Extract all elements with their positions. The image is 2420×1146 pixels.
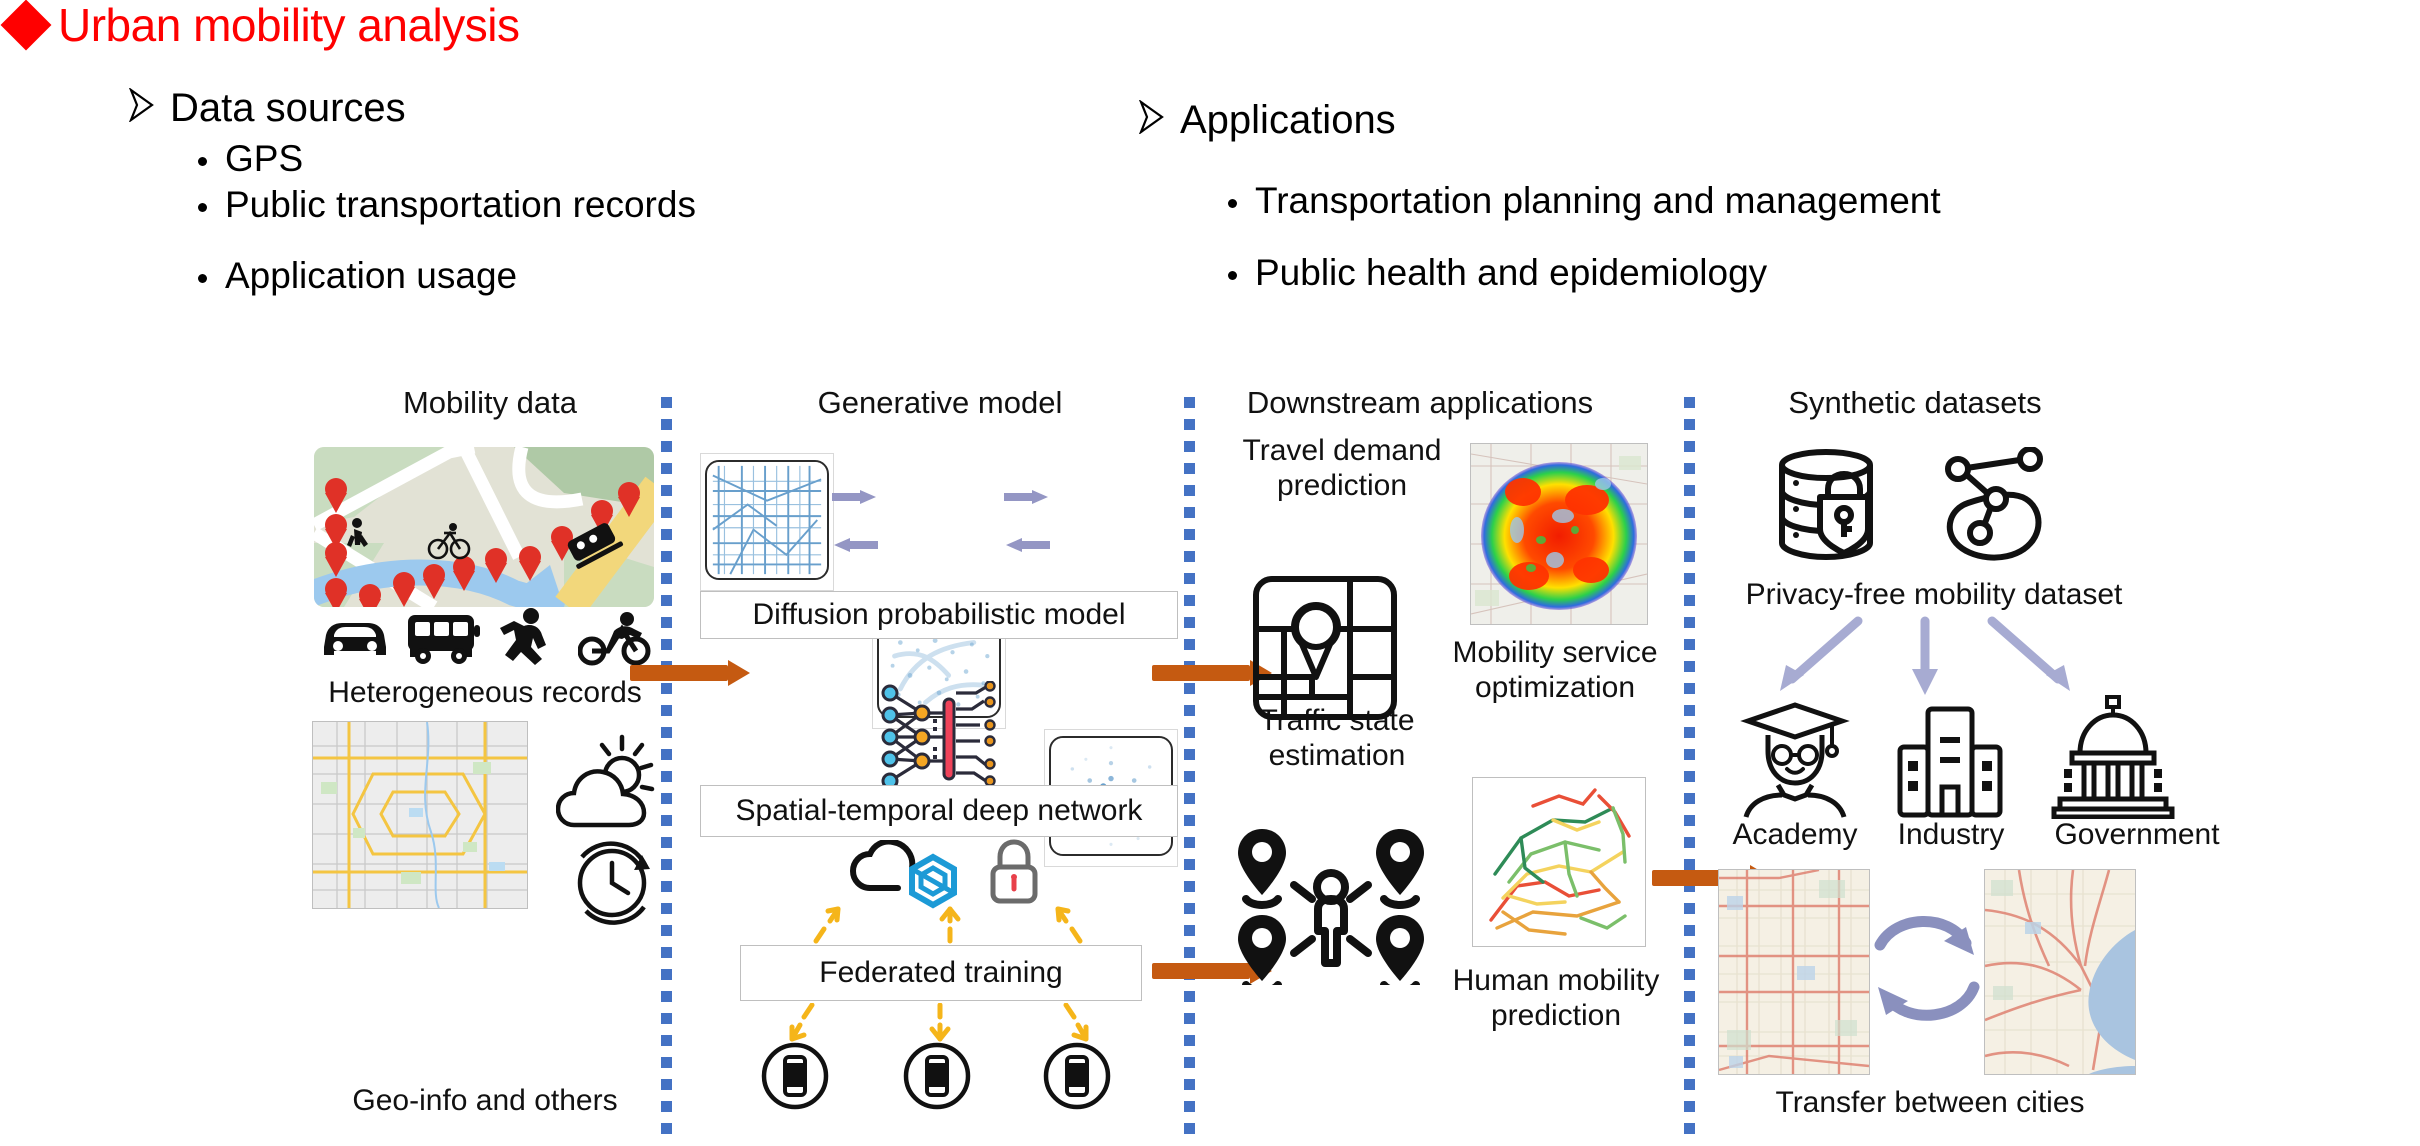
mobility-map-caption: Heterogeneous records [328,676,642,709]
dataset-distribution-arrows [1780,616,2070,695]
mobility-service-label: Mobility service optimization [1452,636,1658,705]
column-separator [661,397,672,1142]
traffic-state-label: Traffic state estimation [1259,704,1415,773]
list-item: Public health and epidemiology [1228,254,1767,291]
list-item-label: Public transportation records [225,184,696,225]
graduate-icon [1740,702,1850,818]
list-item-label: Public health and epidemiology [1255,252,1768,293]
heading-applications: Applications [1138,100,1396,140]
secure-database-icon [1779,449,1873,561]
list-item: Public transportation records [198,186,696,223]
list-item: GPS [198,140,303,177]
spatial-temporal-network-label: Spatial-temporal deep network [700,785,1178,837]
car-icon [324,623,386,655]
smartphone-icon [903,1042,971,1110]
list-item: Application usage [198,257,517,294]
transfer-between-cities-caption: Transfer between cities [1775,1086,2085,1119]
stakeholder-label-academy: Academy [1732,818,1858,851]
bus-icon [408,615,480,664]
federated-training-label: Federated training [740,945,1142,1001]
bullet-dot-icon [198,203,207,212]
list-item: Transportation planning and management [1228,182,1941,219]
page-title: Urban mobility analysis [0,0,520,51]
diffusion-reverse-arrow-2 [1004,538,1050,552]
human-mobility-label: Human mobility prediction [1452,964,1660,1033]
bullet-dot-icon [198,157,207,166]
geo-info-caption: Geo-info and others [352,1084,618,1117]
diffusion-reverse-arrow-1 [832,538,878,552]
graph-network-icon [1945,447,2043,561]
map-pin-grid-icon [1253,576,1397,720]
pipeline-figure: Mobility data Generative model Downstrea… [0,385,2420,1146]
heatmap-thumbnail [1470,443,1648,625]
diffusion-stage-1 [700,453,834,591]
list-item-label: GPS [225,138,304,179]
neural-network-icon [881,681,996,790]
list-item-label: Application usage [225,255,518,296]
mobility-map-thumbnail [314,447,654,607]
person-pins-icon [1238,829,1424,985]
chevron-right-marker-icon [1139,100,1164,134]
smartphone-icon [1043,1042,1111,1110]
weather-sun-cloud-icon [556,734,655,828]
city-map-a-thumbnail [1718,869,1870,1075]
column-separator [1184,397,1195,1142]
diffusion-model-label: Diffusion probabilistic model [700,591,1178,639]
diffusion-forward-arrow-1 [832,490,878,504]
clock-icon [577,841,650,925]
diffusion-forward-arrow-2 [1004,490,1050,504]
bullet-dot-icon [1228,271,1237,280]
geo-info-map-thumbnail [312,721,528,909]
privacy-free-dataset-caption: Privacy-free mobility dataset [1745,578,2123,611]
office-building-icon [1897,706,2003,818]
heading-applications-label: Applications [1180,98,1396,142]
bidirectional-arrow-icon [1874,916,1980,1021]
column-header-synthetic-datasets: Synthetic datasets [1788,385,2042,420]
city-map-b-thumbnail [1984,869,2136,1075]
cyclist-icon [578,612,651,666]
traffic-network-thumbnail [1472,777,1646,947]
bullet-dot-icon [1228,199,1237,208]
bullet-dot-icon [198,274,207,283]
page-title-text: Urban mobility analysis [58,0,520,51]
list-item-label: Transportation planning and management [1255,180,1941,221]
capitol-building-icon [2051,695,2175,819]
stakeholder-label-industry: Industry [1897,818,2005,851]
travel-demand-label: Travel demand prediction [1242,434,1442,503]
flow-arrow-1 [630,660,750,686]
heading-data-sources-label: Data sources [170,86,406,130]
heading-data-sources: Data sources [128,88,406,128]
column-header-generative-model: Generative model [817,385,1063,420]
stakeholder-label-government: Government [2054,818,2220,851]
federated-upload-arrows [813,906,1083,944]
pedestrian-icon [500,608,546,665]
smartphone-icon [761,1042,829,1110]
column-header-downstream-applications: Downstream applications [1246,385,1594,420]
column-header-mobility-data: Mobility data [402,385,578,420]
chevron-right-marker-icon [129,88,154,122]
column-separator [1684,397,1695,1142]
diamond-bullet-icon [0,0,52,51]
